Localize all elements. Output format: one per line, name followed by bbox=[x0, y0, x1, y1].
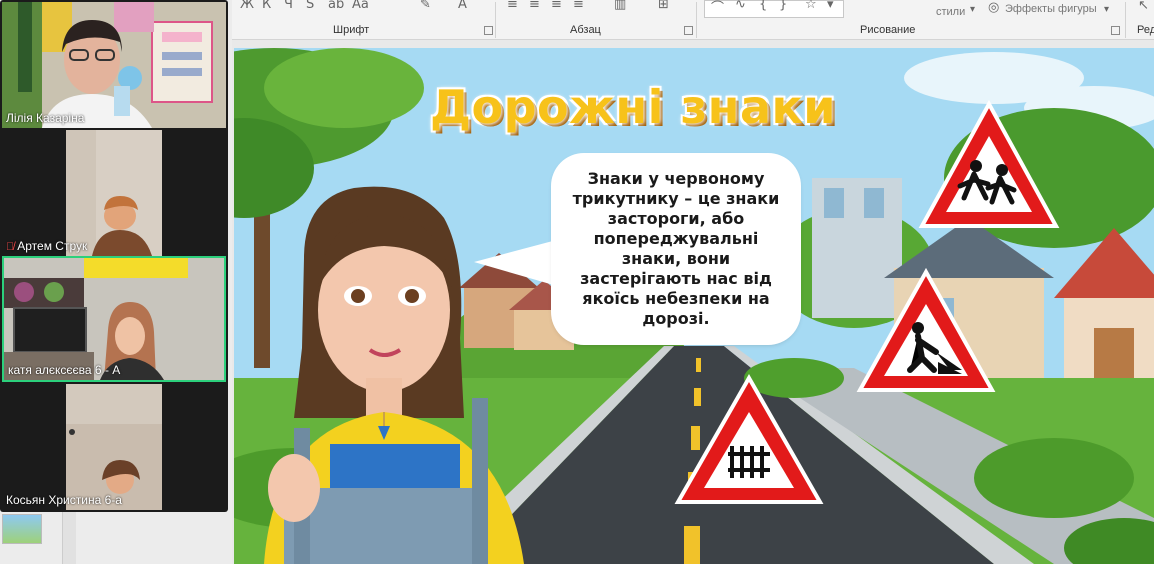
shape-curve-icon[interactable]: ⌒ bbox=[711, 0, 724, 16]
participant-video bbox=[4, 258, 224, 380]
spacing-icon[interactable]: ab bbox=[328, 0, 344, 12]
participant-video bbox=[2, 384, 226, 510]
participant-name: Лілія Казаріна bbox=[6, 111, 85, 125]
ribbon-group-font: Шрифт bbox=[333, 24, 370, 36]
mic-muted-icon: 🎙̸ bbox=[6, 241, 15, 253]
participant-name: Косьян Христина 6-а bbox=[6, 493, 122, 507]
participant-tile-active[interactable]: катя алєксєєва 6 - А bbox=[2, 256, 226, 382]
shape-brace-left-icon[interactable]: { bbox=[759, 0, 767, 12]
slide-thumbnail[interactable] bbox=[2, 514, 42, 544]
italic-icon[interactable]: Ж bbox=[240, 0, 254, 12]
participant-name: 🎙̸ Артем Струк bbox=[6, 239, 87, 253]
drawing-dialog-launcher[interactable] bbox=[1111, 26, 1120, 35]
participant-name-text: Артем Струк bbox=[17, 239, 88, 253]
shape-effects-icon[interactable]: ◎ bbox=[988, 0, 999, 15]
highlight-icon[interactable]: ✎ bbox=[420, 0, 431, 12]
presentation-slide: Дорожні знаки Знаки у червоному трикутни… bbox=[234, 48, 1154, 564]
underline-icon[interactable]: К bbox=[262, 0, 271, 12]
shadow-icon[interactable]: S bbox=[306, 0, 314, 12]
quick-styles-label[interactable]: стили bbox=[936, 6, 965, 18]
video-gallery: Лілія Казаріна 🎙̸ Артем Струк катя алєкс… bbox=[0, 0, 228, 512]
participant-tile[interactable]: 🎙̸ Артем Струк bbox=[2, 130, 226, 256]
align-right-icon[interactable]: ≡ bbox=[551, 0, 562, 12]
gallery-more-icon[interactable]: ▾ bbox=[827, 0, 834, 12]
speech-bubble-text: Знаки у червоному трикутнику – це знаки … bbox=[572, 169, 780, 328]
participant-video bbox=[2, 2, 226, 128]
participant-tile[interactable]: Косьян Христина 6-а bbox=[2, 384, 226, 510]
smartart-icon[interactable]: ⊞ bbox=[658, 0, 669, 12]
slide-title: Дорожні знаки bbox=[430, 80, 836, 134]
align-left-icon[interactable]: ≡ bbox=[507, 0, 518, 12]
participants-panel: Лілія Казаріна 🎙̸ Артем Струк катя алєкс… bbox=[0, 0, 232, 564]
participant-tile[interactable]: Лілія Казаріна bbox=[2, 2, 226, 128]
strikethrough-icon[interactable]: Ч bbox=[284, 0, 293, 12]
paragraph-dialog-launcher[interactable] bbox=[684, 26, 693, 35]
ribbon-group-paragraph: Абзац bbox=[570, 24, 601, 36]
shape-effects-dropdown-icon[interactable]: ▾ bbox=[1104, 4, 1109, 15]
font-color-icon[interactable]: A bbox=[458, 0, 467, 12]
ribbon-group-drawing: Рисование bbox=[860, 24, 916, 36]
ribbon-separator bbox=[495, 2, 496, 38]
align-center-icon[interactable]: ≡ bbox=[529, 0, 540, 12]
justify-icon[interactable]: ≡ bbox=[573, 0, 584, 12]
case-icon[interactable]: Aa bbox=[352, 0, 369, 12]
styles-dropdown-icon[interactable]: ▾ bbox=[970, 4, 975, 15]
columns-icon[interactable]: ▥ bbox=[614, 0, 626, 12]
participant-video bbox=[2, 130, 226, 256]
speech-bubble: Знаки у червоному трикутнику – це знаки … bbox=[554, 156, 798, 342]
ribbon-group-editing: Ред bbox=[1137, 24, 1154, 36]
ribbon-separator bbox=[1125, 2, 1126, 38]
shape-arc-icon[interactable]: ∿ bbox=[735, 0, 746, 12]
select-cursor-icon[interactable]: ↖ bbox=[1138, 0, 1149, 13]
font-dialog-launcher[interactable] bbox=[484, 26, 493, 35]
ribbon-separator bbox=[696, 2, 697, 38]
thumbnail-scrollbar[interactable] bbox=[62, 512, 76, 564]
shape-star-icon[interactable]: ☆ bbox=[805, 0, 817, 12]
shape-effects-label[interactable]: Эффекты фигуры bbox=[1005, 3, 1097, 15]
slide-thumbnails bbox=[0, 512, 232, 564]
shape-brace-right-icon[interactable]: } bbox=[779, 0, 787, 12]
shapes-gallery[interactable]: ⌒ ∿ { } ☆ ▾ bbox=[704, 0, 844, 18]
participant-name: катя алєксєєва 6 - А bbox=[8, 363, 121, 377]
